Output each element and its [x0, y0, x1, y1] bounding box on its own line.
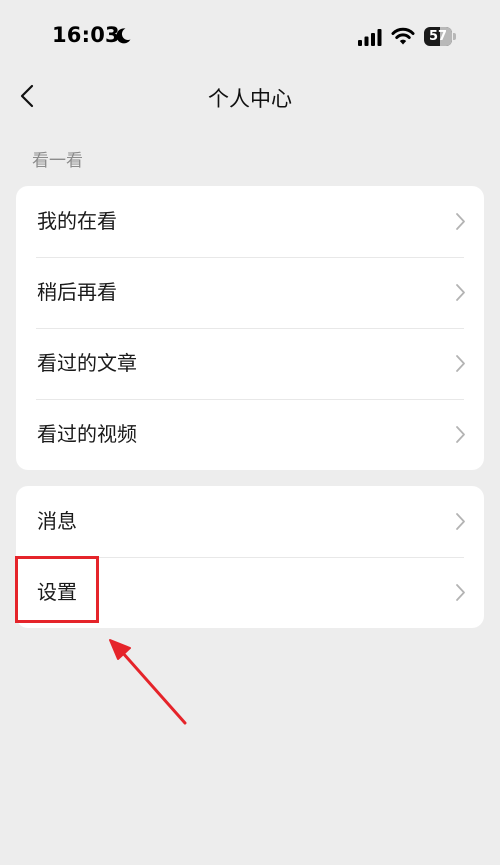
status-time: 16:03: [52, 23, 120, 47]
list-item-watched-videos[interactable]: 看过的视频: [16, 399, 484, 470]
status-bar: 16:03 57: [0, 0, 500, 74]
battery-body: 57: [424, 27, 452, 46]
section-header: 看一看: [32, 151, 83, 171]
chevron-right-icon: [456, 584, 465, 601]
annotation-highlight-box: [15, 556, 99, 623]
signal-icon: [358, 29, 382, 46]
list-item-read-articles[interactable]: 看过的文章: [16, 328, 484, 399]
chevron-right-icon: [456, 213, 465, 230]
item-label: 我的在看: [37, 209, 117, 233]
item-label: 消息: [37, 509, 77, 533]
annotation-arrow-icon: [109, 639, 187, 725]
list-item-watch-later[interactable]: 稍后再看: [16, 257, 484, 328]
page-title: 个人中心: [208, 87, 292, 111]
battery-level: 57: [428, 29, 448, 44]
battery-icon: 57: [424, 27, 458, 46]
item-label: 看过的视频: [37, 422, 137, 446]
chevron-right-icon: [456, 355, 465, 372]
menu-group-watch: 我的在看 稍后再看 看过的文章 看过的视频: [16, 186, 484, 470]
chevron-right-icon: [456, 513, 465, 530]
list-item-my-watching[interactable]: 我的在看: [16, 186, 484, 257]
moon-icon: [116, 28, 131, 44]
chevron-right-icon: [456, 284, 465, 301]
nav-bar: 个人中心: [0, 74, 500, 120]
wifi-icon: [391, 27, 415, 45]
item-label: 稍后再看: [37, 280, 117, 304]
item-label: 看过的文章: [37, 351, 137, 375]
chevron-right-icon: [456, 426, 465, 443]
list-item-messages[interactable]: 消息: [16, 486, 484, 557]
